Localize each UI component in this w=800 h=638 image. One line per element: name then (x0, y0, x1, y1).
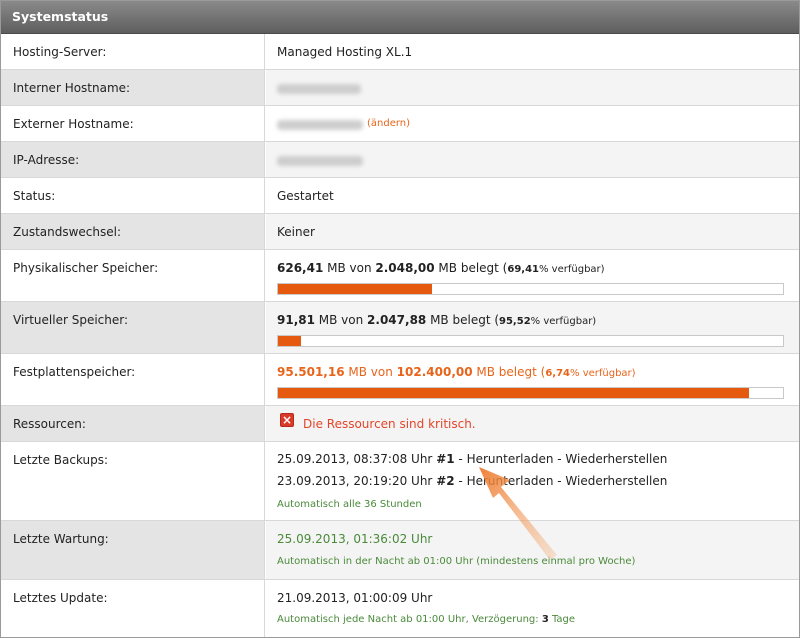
row-backups: Letzte Backups: 25.09.2013, 08:37:08 Uhr… (1, 442, 799, 521)
disk-space-text: 95.501,16 MB von 102.400,00 MB belegt (6… (277, 365, 636, 379)
status-label: Status: (13, 189, 56, 203)
disk-space-bar-fill (278, 388, 749, 398)
maintenance-label: Letzte Wartung: (13, 532, 109, 546)
update-label: Letztes Update: (13, 591, 108, 605)
row-zustandswechsel: Zustandswechsel: Keiner (1, 214, 799, 250)
row-update: Letztes Update: 21.09.2013, 01:00:09 Uhr… (1, 580, 799, 637)
backup-1-restore-link[interactable]: Wiederherstellen (565, 452, 667, 466)
update-note: Automatisch jede Nacht ab 01:00 Uhr, Ver… (277, 614, 576, 625)
maintenance-value: 25.09.2013, 01:36:02 Uhr (277, 532, 433, 546)
zustandswechsel-value: Keiner (277, 225, 315, 239)
backup-entry-1: 25.09.2013, 08:37:08 Uhr #1 - Herunterla… (277, 452, 668, 466)
backups-note: Automatisch alle 36 Stunden (277, 499, 422, 510)
row-extern-hostname: Externer Hostname: (ändern) (1, 106, 799, 142)
backup-entry-2: 23.09.2013, 20:19:20 Uhr #2 - Herunterla… (277, 474, 668, 488)
resources-label: Ressourcen: (13, 417, 86, 431)
resources-critical-text: Die Ressourcen sind kritisch. (303, 417, 476, 431)
backups-label: Letzte Backups: (13, 453, 109, 467)
row-resources: Ressourcen: × Die Ressourcen sind kritis… (1, 406, 799, 442)
ip-label: IP-Adresse: (13, 153, 80, 167)
systemstatus-panel: Systemstatus Hosting-Server: Managed Hos… (0, 0, 800, 638)
backup-2-restore-link[interactable]: Wiederherstellen (565, 474, 667, 488)
physical-memory-text: 626,41 MB von 2.048,00 MB belegt (69,41%… (277, 261, 605, 275)
disk-space-label: Festplattenspeicher: (13, 365, 136, 379)
panel-header: Systemstatus (1, 1, 799, 34)
virtual-memory-label: Virtueller Speicher: (13, 313, 129, 327)
virtual-memory-text: 91,81 MB von 2.047,88 MB belegt (95,52% … (277, 313, 597, 327)
disk-space-bar (277, 387, 784, 399)
ip-redacted (277, 155, 363, 169)
physical-memory-bar-fill (278, 284, 433, 294)
maintenance-note: Automatisch in der Nacht ab 01:00 Uhr (m… (277, 556, 636, 567)
backup-2-download-link[interactable]: Herunterladen (467, 474, 554, 488)
row-maintenance: Letzte Wartung: 25.09.2013, 01:36:02 Uhr… (1, 521, 799, 580)
extern-hostname-redacted (277, 119, 363, 133)
error-x-icon: × (280, 413, 294, 427)
backup-1-download-link[interactable]: Herunterladen (467, 452, 554, 466)
row-intern-hostname: Interner Hostname: (1, 70, 799, 106)
row-virtual-memory: Virtueller Speicher: 91,81 MB von 2.047,… (1, 302, 799, 354)
update-value: 21.09.2013, 01:00:09 Uhr (277, 591, 433, 605)
row-status: Status: Gestartet (1, 178, 799, 214)
intern-hostname-redacted (277, 83, 361, 97)
virtual-memory-bar-fill (278, 336, 301, 346)
extern-hostname-label: Externer Hostname: (13, 117, 134, 131)
row-disk-space: Festplattenspeicher: 95.501,16 MB von 10… (1, 354, 799, 406)
zustandswechsel-label: Zustandswechsel: (13, 225, 122, 239)
panel-title: Systemstatus (12, 9, 109, 24)
row-hosting-server: Hosting-Server: Managed Hosting XL.1 (1, 34, 799, 70)
hosting-server-value: Managed Hosting XL.1 (277, 45, 413, 59)
hosting-server-label: Hosting-Server: (13, 45, 107, 59)
change-hostname-link[interactable]: (ändern) (367, 118, 410, 129)
row-physical-memory: Physikalischer Speicher: 626,41 MB von 2… (1, 250, 799, 302)
physical-memory-bar (277, 283, 784, 295)
physical-memory-label: Physikalischer Speicher: (13, 261, 159, 275)
row-ip: IP-Adresse: (1, 142, 799, 178)
intern-hostname-label: Interner Hostname: (13, 81, 131, 95)
virtual-memory-bar (277, 335, 784, 347)
status-value: Gestartet (277, 189, 334, 203)
